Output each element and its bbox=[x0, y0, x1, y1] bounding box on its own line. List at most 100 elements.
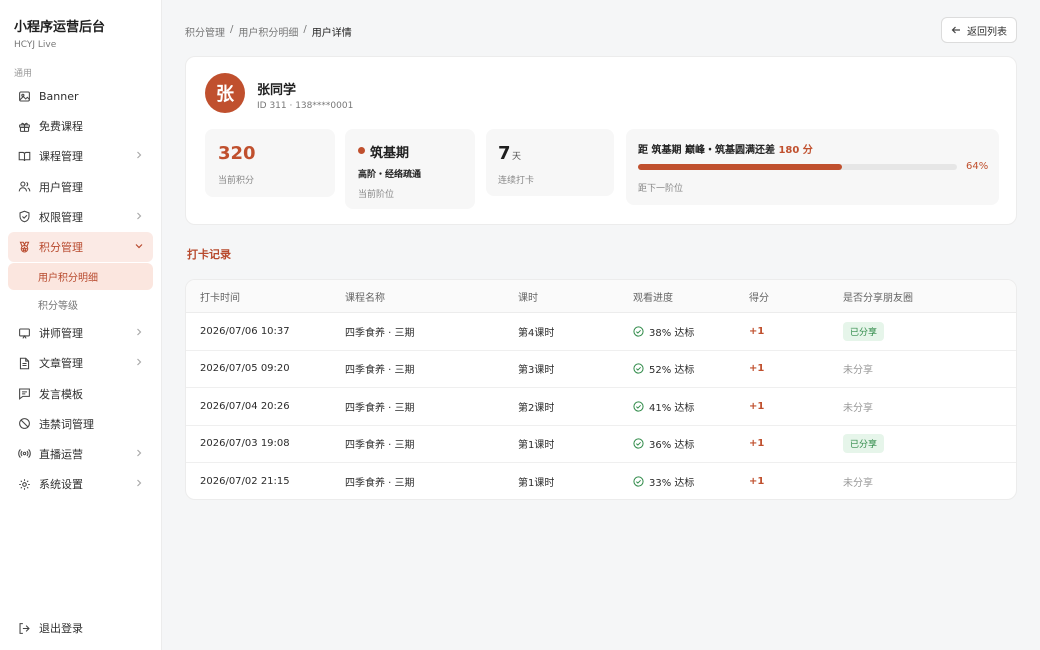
row-course: 四季食养 · 三期 bbox=[345, 440, 415, 452]
brand: 小程序运营后台 HCYJ Live bbox=[14, 16, 105, 50]
sidebar: 小程序运营后台 HCYJ Live 通用 Banner 免费课程 课程管理 用户… bbox=[0, 0, 162, 650]
sidebar-item-speech-templates[interactable]: 发言模板 bbox=[8, 379, 153, 409]
stage-dot-icon bbox=[358, 147, 365, 154]
sidebar-item-label: 权限管理 bbox=[39, 210, 83, 224]
row-time: 2026/07/06 10:37 bbox=[200, 325, 290, 337]
row-shared-cell: 未分享 bbox=[843, 388, 873, 425]
users-icon bbox=[18, 180, 31, 193]
row-time: 2026/07/03 19:08 bbox=[200, 438, 290, 450]
gear-icon bbox=[18, 478, 31, 491]
user-profile-card: 张 张同学 ID 311 · 138****0001 320 当前积分 筑基期 … bbox=[185, 56, 1017, 225]
chevron-down-icon bbox=[135, 244, 143, 249]
breadcrumb-item-points-management[interactable]: 积分管理 bbox=[185, 24, 225, 39]
sidebar-item-banned-words[interactable]: 违禁词管理 bbox=[8, 409, 153, 439]
broadcast-icon bbox=[18, 447, 31, 460]
table-header: 打卡时间 课程名称 课时 观看进度 得分 是否分享朋友圈 bbox=[186, 280, 1016, 313]
share-status-badge: 未分享 bbox=[843, 365, 873, 377]
row-score: +1 bbox=[749, 400, 765, 412]
sidebar-item-label: 文章管理 bbox=[39, 357, 83, 371]
sidebar-subitem-points-levels[interactable]: 积分等级 bbox=[8, 291, 153, 318]
row-progress-text: 52% 达标 bbox=[649, 365, 695, 377]
points-stat: 320 当前积分 bbox=[205, 129, 335, 197]
sidebar-item-live-operations[interactable]: 直播运营 bbox=[8, 439, 153, 469]
award-icon bbox=[18, 241, 31, 254]
sidebar-item-label: 课程管理 bbox=[39, 150, 83, 164]
row-progress-text: 33% 达标 bbox=[649, 478, 695, 490]
row-progress: 36% 达标 bbox=[633, 426, 694, 463]
sidebar-nav: Banner 免费课程 课程管理 用户管理 权限管理 积分管理 用户积分明细 积… bbox=[8, 81, 153, 499]
table-body: 2026/07/06 10:37 四季食养 · 三期 第4课时 38% 达标 +1 已分享… bbox=[186, 313, 1016, 499]
sidebar-item-course-management[interactable]: 课程管理 bbox=[8, 141, 153, 171]
next-level-text: 距 筑基期 巅峰・筑基圆满还差 180 分 bbox=[638, 141, 813, 156]
row-shared-cell: 已分享 bbox=[843, 313, 885, 350]
points-label: 当前积分 bbox=[218, 176, 255, 186]
next-level-progress-track bbox=[638, 164, 957, 170]
streak-value: 7 bbox=[498, 143, 511, 164]
sidebar-item-label: 积分管理 bbox=[39, 241, 83, 255]
table-row: 2026/07/06 10:37 四季食养 · 三期 第4课时 38% 达标 +1 已分享 bbox=[186, 313, 1016, 351]
column-header-time: 打卡时间 bbox=[200, 292, 240, 304]
logout-button[interactable]: 退出登录 bbox=[18, 620, 83, 636]
gift-icon bbox=[18, 120, 31, 133]
check-circle-icon bbox=[633, 476, 644, 487]
row-score: +1 bbox=[749, 325, 765, 337]
row-lesson: 第1课时 bbox=[518, 478, 555, 490]
stage-subtitle: 高阶・经络疏通 bbox=[358, 170, 422, 180]
chevron-right-icon bbox=[137, 479, 142, 487]
user-id-phone: ID 311 · 138****0001 bbox=[257, 101, 354, 111]
chevron-right-icon bbox=[137, 328, 142, 336]
back-to-list-button[interactable]: 返回列表 bbox=[941, 17, 1017, 43]
check-circle-icon bbox=[633, 326, 644, 337]
sidebar-item-article-management[interactable]: 文章管理 bbox=[8, 348, 153, 378]
back-button-label: 返回列表 bbox=[967, 26, 1007, 38]
column-header-score: 得分 bbox=[749, 292, 769, 304]
row-time: 2026/07/04 20:26 bbox=[200, 400, 290, 412]
book-icon bbox=[18, 150, 31, 163]
sidebar-item-points-management[interactable]: 积分管理 bbox=[8, 231, 153, 263]
column-header-course: 课程名称 bbox=[345, 292, 385, 304]
share-status-badge: 未分享 bbox=[843, 478, 873, 490]
stage-stat: 筑基期 高阶・经络疏通 当前阶位 bbox=[345, 129, 475, 209]
ban-icon bbox=[18, 417, 31, 430]
sidebar-item-label: 讲师管理 bbox=[39, 327, 83, 341]
image-icon bbox=[18, 90, 31, 103]
stage-name: 筑基期 bbox=[370, 146, 410, 161]
streak-unit: 天 bbox=[512, 152, 522, 162]
breadcrumb-item-user-points-detail[interactable]: 用户积分明细 bbox=[238, 24, 298, 39]
sidebar-item-permission-management[interactable]: 权限管理 bbox=[8, 202, 153, 232]
row-lesson: 第2课时 bbox=[518, 402, 555, 414]
sidebar-subitem-user-points-detail[interactable]: 用户积分明细 bbox=[8, 263, 153, 291]
sidebar-item-user-management[interactable]: 用户管理 bbox=[8, 172, 153, 202]
next-level-prefix: 距 筑基期 巅峰・筑基圆满还差 bbox=[638, 145, 779, 156]
row-shared-cell: 未分享 bbox=[843, 351, 873, 388]
row-progress: 38% 达标 bbox=[633, 313, 694, 350]
sidebar-item-label: 违禁词管理 bbox=[39, 417, 94, 431]
document-icon bbox=[18, 357, 31, 370]
sidebar-item-lecturer-management[interactable]: 讲师管理 bbox=[8, 318, 153, 348]
sidebar-item-system-settings[interactable]: 系统设置 bbox=[8, 469, 153, 499]
checkin-records-title: 打卡记录 bbox=[187, 248, 231, 261]
logout-label: 退出登录 bbox=[39, 622, 83, 635]
row-course: 四季食养 · 三期 bbox=[345, 327, 415, 339]
share-status-badge: 已分享 bbox=[843, 321, 885, 341]
check-circle-icon bbox=[633, 438, 644, 449]
row-shared-cell: 已分享 bbox=[843, 426, 885, 463]
sidebar-item-label: 直播运营 bbox=[39, 447, 83, 461]
sidebar-item-label: Banner bbox=[39, 89, 79, 103]
row-time: 2026/07/05 09:20 bbox=[200, 363, 290, 375]
breadcrumb-item-user-detail: 用户详情 bbox=[311, 28, 352, 39]
row-score: +1 bbox=[749, 438, 765, 450]
row-progress-text: 38% 达标 bbox=[649, 327, 695, 339]
share-status-badge: 未分享 bbox=[843, 402, 873, 414]
streak-label: 连续打卡 bbox=[498, 176, 535, 186]
sidebar-item-label: 免费课程 bbox=[39, 120, 83, 134]
breadcrumb-separator: / bbox=[230, 24, 234, 35]
sidebar-item-free-courses[interactable]: 免费课程 bbox=[8, 111, 153, 141]
row-course: 四季食养 · 三期 bbox=[345, 478, 415, 490]
breadcrumb: 积分管理 / 用户积分明细 / 用户详情 bbox=[185, 24, 352, 39]
row-score: +1 bbox=[749, 476, 765, 488]
next-level-progress-percent: 64% bbox=[966, 161, 989, 172]
sidebar-item-banner[interactable]: Banner bbox=[8, 81, 153, 111]
table-row: 2026/07/04 20:26 四季食养 · 三期 第2课时 41% 达标 +1 未分享 bbox=[186, 388, 1016, 426]
table-row: 2026/07/05 09:20 四季食养 · 三期 第3课时 52% 达标 +1 未分享 bbox=[186, 351, 1016, 388]
